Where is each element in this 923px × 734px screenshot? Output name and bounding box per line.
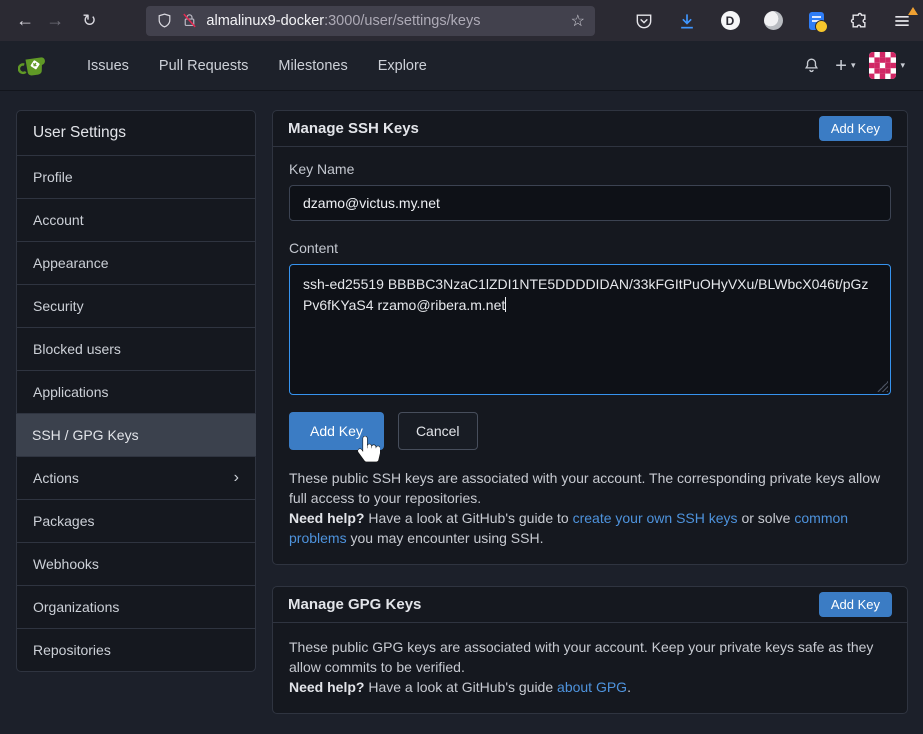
nav-pull-requests[interactable]: Pull Requests — [144, 58, 263, 74]
sidebar-item-applications[interactable]: Applications — [17, 371, 255, 414]
sidebar-item-organizations[interactable]: Organizations — [17, 586, 255, 629]
sidebar-item-security[interactable]: Security — [17, 285, 255, 328]
sidebar-item-profile[interactable]: Profile — [17, 156, 255, 199]
sidebar-title: User Settings — [17, 111, 255, 156]
create-new-button[interactable]: + ▾ — [835, 56, 855, 76]
key-name-label: Key Name — [289, 161, 891, 177]
need-help-label: Need help? — [289, 510, 364, 526]
notifications-bell-icon[interactable] — [802, 56, 821, 75]
manage-ssh-keys-panel: Manage SSH Keys Add Key Key Name Content… — [272, 110, 908, 565]
ssh-add-key-toggle-button[interactable]: Add Key — [819, 116, 892, 141]
sidebar-item-ssh-gpg-keys[interactable]: SSH / GPG Keys — [16, 414, 256, 457]
nav-milestones[interactable]: Milestones — [263, 58, 362, 74]
about-gpg-link[interactable]: about GPG — [557, 679, 627, 695]
nav-issues[interactable]: Issues — [72, 58, 144, 74]
document-extension-icon[interactable] — [805, 10, 827, 32]
app-navbar: Issues Pull Requests Milestones Explore … — [0, 41, 923, 91]
sidebar-item-blocked-users[interactable]: Blocked users — [17, 328, 255, 371]
user-menu[interactable]: ▾ — [869, 52, 905, 79]
gpg-add-key-toggle-button[interactable]: Add Key — [819, 592, 892, 617]
avatar — [869, 52, 896, 79]
chevron-right-icon: › — [234, 470, 239, 486]
disabled-extension-icon[interactable] — [762, 10, 784, 32]
menu-hamburger-icon[interactable] — [891, 10, 913, 32]
sidebar-item-actions[interactable]: Actions › — [17, 457, 255, 500]
duckduckgo-extension-icon[interactable]: D — [719, 10, 741, 32]
sidebar-item-appearance[interactable]: Appearance — [17, 242, 255, 285]
manage-gpg-keys-panel: Manage GPG Keys Add Key These public GPG… — [272, 586, 908, 714]
chevron-down-icon: ▾ — [900, 60, 905, 71]
sidebar-item-packages[interactable]: Packages — [17, 500, 255, 543]
sidebar-item-account[interactable]: Account — [17, 199, 255, 242]
cancel-button[interactable]: Cancel — [398, 412, 478, 450]
extensions-puzzle-icon[interactable] — [848, 10, 870, 32]
forward-icon[interactable]: → — [40, 7, 70, 35]
reload-icon[interactable]: ↻ — [74, 7, 104, 35]
sidebar-item-webhooks[interactable]: Webhooks — [17, 543, 255, 586]
text-caret — [505, 297, 506, 312]
shield-icon[interactable] — [156, 12, 173, 29]
need-help-label: Need help? — [289, 679, 364, 695]
chevron-down-icon: ▾ — [851, 60, 856, 71]
extension-area: D — [633, 10, 913, 32]
ssh-keys-guide-link[interactable]: create your own SSH keys — [573, 510, 738, 526]
url-bar[interactable]: almalinux9-docker:3000/user/settings/key… — [146, 6, 595, 36]
menu-alert-badge — [908, 7, 918, 15]
gitea-logo[interactable] — [18, 51, 50, 81]
key-content-textarea[interactable]: ssh-ed25519 BBBBC3NzaC1lZDI1NTE5DDDDIDAN… — [289, 264, 891, 395]
insecure-lock-icon[interactable] — [181, 12, 198, 29]
url-path: :3000/user/settings/keys — [324, 13, 480, 29]
add-key-submit-button[interactable]: Add Key — [289, 412, 384, 450]
gpg-panel-title: Manage GPG Keys — [288, 596, 421, 613]
sidebar-item-repositories[interactable]: Repositories — [17, 629, 255, 671]
ssh-help-text: These public SSH keys are associated wit… — [289, 468, 891, 548]
key-content-text: ssh-ed25519 BBBBC3NzaC1lZDI1NTE5DDDDIDAN… — [303, 276, 868, 313]
back-icon[interactable]: ← — [10, 7, 40, 35]
url-text[interactable]: almalinux9-docker:3000/user/settings/key… — [206, 13, 564, 29]
settings-sidebar: User Settings Profile Account Appearance… — [16, 110, 256, 672]
resize-grip-icon[interactable] — [877, 381, 888, 392]
url-host: almalinux9-docker — [206, 13, 324, 29]
gpg-help-text: These public GPG keys are associated wit… — [289, 637, 891, 697]
plus-icon: + — [835, 56, 847, 76]
content-label: Content — [289, 240, 891, 256]
browser-toolbar: ← → ↻ almalinux9-docker:3000/user/settin… — [0, 0, 923, 41]
bookmark-star-icon[interactable]: ☆ — [571, 11, 585, 31]
download-icon[interactable] — [676, 10, 698, 32]
nav-explore[interactable]: Explore — [363, 58, 442, 74]
ssh-panel-title: Manage SSH Keys — [288, 120, 419, 137]
pocket-extension-icon[interactable] — [633, 10, 655, 32]
key-name-input[interactable] — [289, 185, 891, 221]
